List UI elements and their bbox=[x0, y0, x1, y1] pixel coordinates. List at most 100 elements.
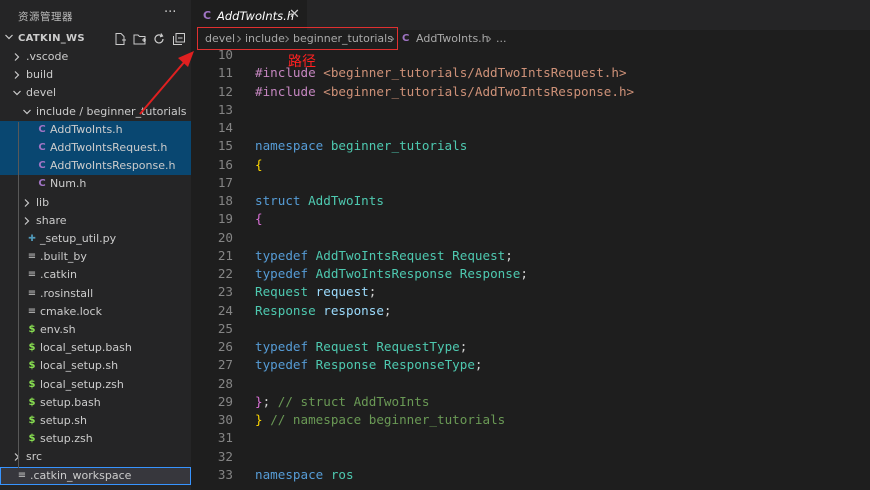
code-line[interactable]: 16 { bbox=[191, 157, 870, 175]
tree-item-label: .catkin bbox=[40, 268, 77, 282]
tree-item-label: cmake.lock bbox=[40, 304, 102, 318]
code-line[interactable]: 22 typedef AddTwoIntsResponse Response; bbox=[191, 266, 870, 284]
code-line[interactable]: 13 bbox=[191, 102, 870, 120]
code-token: AddTwoIntsResponse bbox=[315, 266, 460, 281]
code-line[interactable]: 12 #include <beginner_tutorials/AddTwoInt… bbox=[191, 84, 870, 102]
code-token: Response bbox=[255, 302, 324, 318]
new-file-icon[interactable] bbox=[113, 32, 127, 46]
shell-file-icon: $ bbox=[28, 433, 36, 445]
code-token: typedef bbox=[255, 357, 316, 373]
line-number: 25 bbox=[217, 320, 233, 336]
code-line[interactable]: 32 bbox=[191, 449, 870, 467]
code-line[interactable]: 23 Request request; bbox=[191, 284, 870, 302]
tree-item[interactable]: $ setup.bash bbox=[0, 394, 191, 412]
breadcrumb-devel[interactable]: devel bbox=[205, 32, 235, 45]
code-token: <beginner_tutorials/AddTwoIntsResponse.h… bbox=[323, 83, 635, 99]
tree-item[interactable]: ≡ .catkin_workspace bbox=[0, 466, 191, 485]
tree-item-label: setup.zsh bbox=[40, 432, 93, 446]
tree-item[interactable]: C AddTwoIntsRequest.h bbox=[0, 139, 191, 157]
code-editor[interactable]: 10 11 #include <beginner_tutorials/AddTwoI… bbox=[191, 47, 870, 490]
code-token: struct bbox=[255, 193, 309, 208]
chevron-right-icon bbox=[24, 198, 30, 207]
new-folder-icon[interactable] bbox=[133, 32, 147, 46]
code-line[interactable]: 19 { bbox=[191, 211, 870, 229]
tab-addtwoints[interactable]: C AddTwoInts.h ✕ bbox=[191, 0, 307, 30]
tree-item[interactable]: ≡ .catkin bbox=[0, 266, 191, 284]
tree-item[interactable]: $ local_setup.bash bbox=[0, 339, 191, 357]
code-token: RequestType bbox=[376, 339, 460, 354]
code-token: beginner_tutorials bbox=[330, 138, 468, 154]
code-token: Response bbox=[459, 266, 521, 281]
line-number: 18 bbox=[217, 193, 233, 208]
tree-item-label: devel bbox=[26, 86, 57, 100]
more-actions-icon[interactable]: ··· bbox=[164, 5, 176, 20]
code-line[interactable]: 31 bbox=[191, 430, 870, 448]
workspace-section-header[interactable]: CATKIN_WS bbox=[0, 30, 191, 48]
tree-item[interactable]: ≡ .rosinstall bbox=[0, 285, 191, 303]
tree-item[interactable]: include / beginner_tutorials bbox=[0, 103, 191, 121]
code-token: { bbox=[255, 211, 263, 227]
code-token: response bbox=[323, 302, 384, 318]
code-line[interactable]: 15 namespace beginner_tutorials bbox=[191, 138, 870, 156]
tree-item-label: AddTwoIntsResponse.h bbox=[50, 159, 176, 173]
code-token: } bbox=[255, 412, 263, 427]
line-number: 16 bbox=[217, 156, 233, 172]
code-line[interactable]: 18 struct AddTwoInts bbox=[191, 193, 870, 211]
code-token: AddTwoIntsRequest bbox=[315, 247, 453, 263]
code-token: ResponseType bbox=[383, 357, 475, 373]
code-line[interactable]: 26 typedef Request RequestType; bbox=[191, 339, 870, 357]
code-line[interactable]: 25 bbox=[191, 321, 870, 339]
tree-item[interactable]: ≡ cmake.lock bbox=[0, 303, 191, 321]
code-line[interactable]: 27 typedef Response ResponseType; bbox=[191, 357, 870, 375]
tree-item[interactable]: $ setup.zsh bbox=[0, 430, 191, 448]
tree-item[interactable]: .vscode bbox=[0, 48, 191, 66]
breadcrumb-beginner-tutorials[interactable]: beginner_tutorials bbox=[293, 32, 393, 45]
tab-label: AddTwoInts.h bbox=[217, 9, 295, 23]
tree-item[interactable]: C AddTwoInts.h bbox=[0, 120, 191, 139]
code-token: ; bbox=[262, 393, 278, 409]
breadcrumb-symbol[interactable]: ... bbox=[496, 32, 507, 45]
line-number: 29 bbox=[217, 393, 233, 409]
line-number: 20 bbox=[217, 229, 233, 245]
tree-item[interactable]: C Num.h bbox=[0, 175, 191, 193]
breadcrumb-include[interactable]: include bbox=[245, 32, 285, 45]
tree-item[interactable]: devel bbox=[0, 84, 191, 102]
tree-item[interactable]: ✚ _setup_util.py bbox=[0, 230, 191, 248]
collapse-all-icon[interactable] bbox=[172, 32, 186, 46]
tree-item[interactable]: C AddTwoIntsResponse.h bbox=[0, 157, 191, 176]
code-token: { bbox=[255, 156, 263, 172]
code-token: namespace bbox=[255, 138, 331, 154]
code-line[interactable]: 17 bbox=[191, 175, 870, 193]
tree-item[interactable]: $ env.sh bbox=[0, 321, 191, 339]
tree-item-label: local_setup.zsh bbox=[40, 377, 124, 391]
code-token: <beginner_tutorials/AddTwoIntsRequest.h> bbox=[323, 65, 627, 81]
tab-bar: C AddTwoInts.h ✕ bbox=[191, 0, 870, 30]
code-line[interactable]: 28 bbox=[191, 376, 870, 394]
code-line[interactable]: 29}; // struct AddTwoInts bbox=[191, 394, 870, 412]
tree-item[interactable]: $ local_setup.zsh bbox=[0, 376, 191, 394]
code-token: ; bbox=[368, 284, 377, 300]
code-line[interactable]: 30} // namespace beginner_tutorials bbox=[191, 412, 870, 430]
code-line[interactable]: 33 namespace ros bbox=[191, 467, 870, 485]
tree-item[interactable]: $ local_setup.sh bbox=[0, 357, 191, 375]
breadcrumb-file[interactable]: AddTwoInts.h bbox=[416, 32, 489, 45]
tree-item[interactable]: share bbox=[0, 212, 191, 230]
code-line[interactable]: 24 Response response; bbox=[191, 303, 870, 321]
tree-item-label: include / beginner_tutorials bbox=[36, 104, 187, 118]
code-token: ; bbox=[383, 302, 392, 318]
tree-item[interactable]: $ setup.sh bbox=[0, 412, 191, 430]
code-line[interactable]: 21 typedef AddTwoIntsRequest Request; bbox=[191, 248, 870, 266]
tree-item-label: setup.bash bbox=[40, 395, 101, 409]
code-line[interactable]: 20 bbox=[191, 230, 870, 248]
code-text: typedef Request RequestType; bbox=[255, 339, 467, 354]
close-icon[interactable]: ✕ bbox=[289, 7, 300, 22]
tree-item[interactable]: build bbox=[0, 66, 191, 84]
line-number: 21 bbox=[217, 247, 233, 263]
tree-item[interactable]: ≡ .built_by bbox=[0, 248, 191, 266]
line-number: 14 bbox=[217, 120, 233, 135]
shell-file-icon: $ bbox=[28, 342, 36, 354]
code-line[interactable]: 14 bbox=[191, 120, 870, 138]
tree-item[interactable]: lib bbox=[0, 194, 191, 212]
tree-item[interactable]: src bbox=[0, 448, 191, 466]
refresh-icon[interactable] bbox=[152, 32, 166, 46]
